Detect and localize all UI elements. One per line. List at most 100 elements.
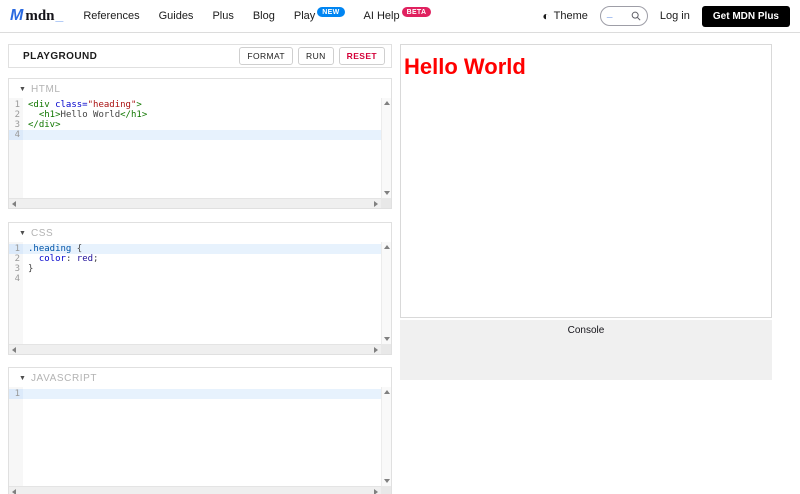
code-text: .heading { bbox=[23, 244, 82, 254]
code-line: 3</div> bbox=[9, 120, 381, 130]
code-line: 1.heading { bbox=[9, 244, 381, 254]
scroll-left-arrow-icon[interactable] bbox=[12, 201, 16, 207]
theme-icon: ◐ bbox=[542, 10, 549, 22]
search-input[interactable]: _ bbox=[600, 6, 648, 26]
code-scroller: 1.heading {2 color: red;3}4 bbox=[9, 242, 381, 344]
reset-button[interactable]: RESET bbox=[339, 47, 385, 65]
console-panel: Console bbox=[400, 320, 772, 380]
collapse-triangle-icon: ▼ bbox=[19, 86, 26, 93]
code-scroller: 1 bbox=[9, 387, 381, 486]
scroll-up-arrow-icon[interactable] bbox=[384, 390, 390, 394]
scroll-up-arrow-icon[interactable] bbox=[384, 245, 390, 249]
nav-item-label: Plus bbox=[212, 10, 233, 22]
scroll-right-arrow-icon[interactable] bbox=[374, 201, 378, 207]
main-content: PLAYGROUND FORMAT RUN RESET ▼ HTML 1<div cla… bbox=[0, 33, 800, 494]
nav-item-references[interactable]: References bbox=[83, 10, 139, 22]
output-iframe: Hello World bbox=[400, 44, 772, 318]
output-column: Hello World Console bbox=[400, 33, 772, 380]
code-text bbox=[23, 130, 28, 140]
code-line: 2 <h1>Hello World</h1> bbox=[9, 110, 381, 120]
login-link[interactable]: Log in bbox=[660, 10, 690, 22]
css-section-label: CSS bbox=[31, 228, 53, 239]
format-button[interactable]: FORMAT bbox=[239, 47, 293, 65]
vertical-scrollbar[interactable] bbox=[381, 387, 391, 486]
theme-switcher-button[interactable]: ◐ Theme bbox=[542, 10, 588, 22]
line-number: 3 bbox=[9, 120, 23, 130]
console-label[interactable]: Console bbox=[400, 320, 772, 336]
code-line: 1<div class="heading"> bbox=[9, 100, 381, 110]
scroll-down-arrow-icon[interactable] bbox=[384, 479, 390, 483]
scroll-up-arrow-icon[interactable] bbox=[384, 101, 390, 105]
css-editor-section: ▼ CSS 1.heading {2 color: red;3}4 bbox=[8, 222, 392, 355]
nav-item-label: Guides bbox=[159, 10, 194, 22]
line-number: 4 bbox=[9, 130, 23, 140]
line-number: 4 bbox=[9, 274, 23, 284]
line-number: 3 bbox=[9, 264, 23, 274]
code-line: 4 bbox=[9, 274, 381, 284]
get-mdn-plus-button[interactable]: Get MDN Plus bbox=[702, 6, 790, 27]
scroll-right-arrow-icon[interactable] bbox=[374, 347, 378, 353]
nav-item-plus[interactable]: Plus bbox=[212, 10, 233, 22]
javascript-section-toggle[interactable]: ▼ JAVASCRIPT bbox=[9, 368, 391, 387]
main-nav: References Guides Plus Blog PlayNEW AI HelpBE… bbox=[83, 10, 431, 22]
html-editor-section: ▼ HTML 1<div class="heading">2 <h1>Hello W… bbox=[8, 78, 392, 209]
code-line: 4 bbox=[9, 130, 381, 140]
code-text: } bbox=[23, 264, 33, 274]
nav-item-play[interactable]: PlayNEW bbox=[294, 10, 345, 22]
javascript-editor-section: ▼ JAVASCRIPT 1 bbox=[8, 367, 392, 494]
vertical-scrollbar[interactable] bbox=[381, 98, 391, 198]
line-number: 1 bbox=[9, 244, 23, 254]
mdn-logo-icon: M bbox=[10, 7, 23, 25]
new-badge: NEW bbox=[317, 7, 344, 17]
beta-badge: BETA bbox=[402, 7, 432, 17]
mdn-logo[interactable]: M mdn _ bbox=[10, 7, 63, 25]
code-text bbox=[23, 274, 28, 284]
scroll-right-arrow-icon[interactable] bbox=[374, 489, 378, 494]
horizontal-scrollbar[interactable] bbox=[9, 344, 381, 354]
css-section-toggle[interactable]: ▼ CSS bbox=[9, 223, 391, 242]
css-code-editor[interactable]: 1.heading {2 color: red;3}4 bbox=[9, 242, 391, 354]
line-number: 2 bbox=[9, 254, 23, 264]
scroll-left-arrow-icon[interactable] bbox=[12, 489, 16, 494]
scrollbar-corner bbox=[381, 198, 391, 208]
editors-column: PLAYGROUND FORMAT RUN RESET ▼ HTML 1<div cla… bbox=[8, 33, 392, 494]
html-section-label: HTML bbox=[31, 84, 61, 95]
nav-item-label: Blog bbox=[253, 10, 275, 22]
html-section-toggle[interactable]: ▼ HTML bbox=[9, 79, 391, 98]
line-number: 1 bbox=[9, 100, 23, 110]
toolbar-buttons: FORMAT RUN RESET bbox=[239, 47, 385, 65]
playground-toolbar: PLAYGROUND FORMAT RUN RESET bbox=[8, 44, 392, 68]
search-icon bbox=[631, 11, 641, 21]
vertical-scrollbar[interactable] bbox=[381, 242, 391, 344]
code-scroller: 1<div class="heading">2 <h1>Hello World<… bbox=[9, 98, 381, 198]
nav-item-guides[interactable]: Guides bbox=[159, 10, 194, 22]
mdn-logo-underscore: _ bbox=[56, 7, 64, 23]
site-header: M mdn _ References Guides Plus Blog PlayNEW A… bbox=[0, 0, 800, 33]
scroll-left-arrow-icon[interactable] bbox=[12, 347, 16, 353]
run-button[interactable]: RUN bbox=[298, 47, 334, 65]
nav-item-label: References bbox=[83, 10, 139, 22]
javascript-code-editor[interactable]: 1 bbox=[9, 387, 391, 494]
line-number: 2 bbox=[9, 110, 23, 120]
playground-title: PLAYGROUND bbox=[23, 51, 97, 62]
horizontal-scrollbar[interactable] bbox=[9, 198, 381, 208]
mdn-logo-text: mdn bbox=[25, 8, 54, 25]
header-right: ◐ Theme _ Log in Get MDN Plus bbox=[542, 6, 790, 27]
line-number: 1 bbox=[9, 389, 23, 399]
scroll-down-arrow-icon[interactable] bbox=[384, 337, 390, 341]
code-line: 3} bbox=[9, 264, 381, 274]
nav-item-ai-help[interactable]: AI HelpBETA bbox=[364, 10, 432, 22]
scrollbar-corner bbox=[381, 344, 391, 354]
scroll-down-arrow-icon[interactable] bbox=[384, 191, 390, 195]
code-line: 1 bbox=[9, 389, 381, 399]
nav-item-label: Play bbox=[294, 10, 315, 22]
theme-label: Theme bbox=[554, 10, 588, 22]
nav-item-blog[interactable]: Blog bbox=[253, 10, 275, 22]
horizontal-scrollbar[interactable] bbox=[9, 486, 381, 494]
code-text: <h1>Hello World</h1> bbox=[23, 110, 147, 120]
javascript-section-label: JAVASCRIPT bbox=[31, 373, 97, 384]
collapse-triangle-icon: ▼ bbox=[19, 375, 26, 382]
code-text: </div> bbox=[23, 120, 61, 130]
html-code-editor[interactable]: 1<div class="heading">2 <h1>Hello World<… bbox=[9, 98, 391, 208]
collapse-triangle-icon: ▼ bbox=[19, 230, 26, 237]
